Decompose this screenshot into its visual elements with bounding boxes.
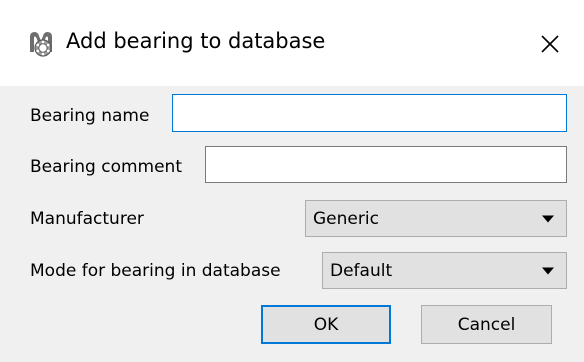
mode-select[interactable]: Default (322, 252, 567, 289)
chevron-down-icon (542, 215, 554, 222)
add-bearing-dialog: Add bearing to database Bearing name Bea… (0, 0, 584, 362)
manufacturer-select[interactable]: Generic (305, 200, 567, 237)
bearing-name-input[interactable] (172, 94, 567, 132)
close-button[interactable] (532, 26, 568, 62)
manufacturer-label: Manufacturer (30, 209, 144, 229)
cancel-button[interactable]: Cancel (421, 305, 552, 344)
bearing-comment-input[interactable] (205, 146, 567, 183)
bearing-comment-label: Bearing comment (30, 157, 182, 177)
chevron-down-icon (542, 267, 554, 274)
ok-button[interactable]: OK (261, 305, 391, 344)
mode-selected-value: Default (330, 260, 393, 281)
dialog-title: Add bearing to database (66, 29, 326, 53)
manufacturer-selected-value: Generic (313, 208, 379, 229)
title-bar: Add bearing to database (0, 0, 584, 86)
bearing-name-label: Bearing name (30, 106, 150, 126)
mode-label: Mode for bearing in database (30, 261, 281, 281)
bearing-app-icon (26, 28, 56, 58)
close-icon (541, 35, 559, 53)
form-panel: Bearing name Bearing comment Manufacture… (0, 86, 584, 362)
